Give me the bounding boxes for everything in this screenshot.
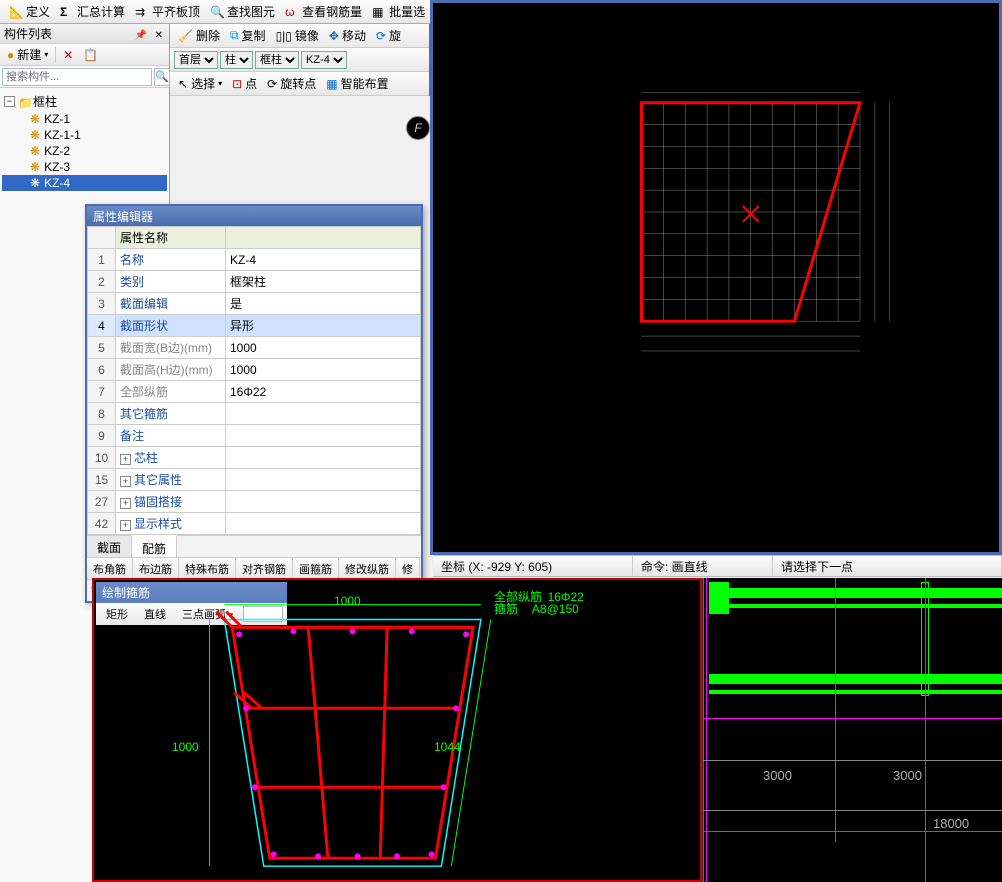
status-cmd: 命令: 画直线 bbox=[633, 556, 773, 576]
close-icon[interactable]: ✕ bbox=[153, 30, 165, 41]
new-toolbar: ●新建▾ ✕ 📋 bbox=[0, 44, 169, 66]
tree-root[interactable]: − 📁 框柱 bbox=[2, 92, 167, 111]
status-bar: 坐标 (X: -929 Y: 605) 命令: 画直线 请选择下一点 bbox=[433, 555, 1002, 577]
tab-rebar[interactable]: 配筋 bbox=[132, 535, 177, 557]
smart-layout-button[interactable]: ▦智能布置 bbox=[322, 74, 392, 93]
property-row[interactable]: 7全部纵筋16Φ22 bbox=[88, 381, 421, 403]
move-button[interactable]: ✥移动 bbox=[325, 26, 370, 45]
batch-button[interactable]: ▦批量选 bbox=[367, 1, 430, 22]
collapse-icon[interactable]: − bbox=[4, 96, 15, 107]
property-editor: 属性编辑器 属性名称 1名称KZ-42类别框架柱3截面编辑是4截面形状异形5截面… bbox=[85, 204, 423, 603]
rtab[interactable]: 画箍筋 bbox=[293, 558, 339, 579]
define-label: 定义 bbox=[26, 3, 50, 20]
detail-canvas[interactable]: 绘制箍筋 矩形 直线 三点画弧 bbox=[92, 578, 702, 882]
floor-select[interactable]: 首层 bbox=[174, 51, 218, 69]
property-row[interactable]: 4截面形状异形 bbox=[88, 315, 421, 337]
search-bar: 🔍 bbox=[0, 66, 169, 88]
component-tree: − 📁 框柱 ❋KZ-1 ❋KZ-1-1 ❋KZ-2 ❋KZ-3 ❋KZ-4 bbox=[0, 88, 169, 195]
view-rebar-label: 查看钢筋量 bbox=[302, 3, 362, 20]
delete-button[interactable]: 🧹删除 bbox=[174, 26, 224, 45]
prop-editor-title[interactable]: 属性编辑器 bbox=[87, 206, 421, 226]
plan-dim-total: 18000 bbox=[933, 816, 969, 831]
panel-header: 构件列表 📌 ✕ bbox=[0, 24, 169, 44]
subtype-select[interactable]: 框柱 bbox=[255, 51, 299, 69]
find-button[interactable]: 🔍查找图元 bbox=[205, 1, 280, 22]
section-canvas-frame: 1000 1000 1000 1000 1000 700 100 100 100… bbox=[430, 0, 1002, 555]
define-button[interactable]: 📐定义 bbox=[4, 1, 55, 22]
prop-tabs: 截面 配筋 bbox=[87, 535, 421, 557]
copy-button[interactable]: ⧉复制 bbox=[226, 26, 270, 45]
detail-dim-top: 1000 bbox=[334, 594, 361, 608]
property-row[interactable]: 42+显示样式 bbox=[88, 513, 421, 535]
tree-root-label: 框柱 bbox=[33, 93, 57, 110]
status-prompt: 请选择下一点 bbox=[773, 556, 1002, 576]
find-label: 查找图元 bbox=[227, 3, 275, 20]
tree-item[interactable]: ❋KZ-2 bbox=[2, 143, 167, 159]
property-row[interactable]: 6截面高(H边)(mm)1000 bbox=[88, 359, 421, 381]
align-label: 平齐板顶 bbox=[152, 3, 200, 20]
batch-label: 批量选 bbox=[389, 3, 425, 20]
type-select[interactable]: 柱 bbox=[220, 51, 253, 69]
rtab[interactable]: 布边筋 bbox=[133, 558, 179, 579]
col-name: 属性名称 bbox=[116, 227, 226, 249]
section-canvas[interactable] bbox=[433, 3, 999, 552]
property-row[interactable]: 5截面宽(B边)(mm)1000 bbox=[88, 337, 421, 359]
property-row[interactable]: 3截面编辑是 bbox=[88, 293, 421, 315]
plan-view[interactable]: 3000 3000 18000 bbox=[702, 578, 1002, 882]
sum-button[interactable]: Σ汇总计算 bbox=[55, 1, 130, 22]
rotate-button[interactable]: ⟳旋 bbox=[372, 26, 405, 45]
property-row[interactable]: 9备注 bbox=[88, 425, 421, 447]
tree-item[interactable]: ❋KZ-3 bbox=[2, 159, 167, 175]
point-button[interactable]: ⊡点 bbox=[228, 74, 261, 93]
tab-section[interactable]: 截面 bbox=[87, 536, 132, 557]
tree-item[interactable]: ❋KZ-1-1 bbox=[2, 127, 167, 143]
sum-label: 汇总计算 bbox=[77, 3, 125, 20]
new-label: 新建 bbox=[17, 46, 41, 63]
delete-x-button[interactable]: ✕ bbox=[60, 47, 76, 63]
rtab[interactable]: 特殊布筋 bbox=[179, 558, 236, 579]
copy-icon-button[interactable]: 📋 bbox=[80, 47, 101, 63]
align-button[interactable]: ⇉平齐板顶 bbox=[130, 1, 205, 22]
member-select[interactable]: KZ-4 bbox=[301, 51, 347, 69]
property-row[interactable]: 10+芯柱 bbox=[88, 447, 421, 469]
mirror-button[interactable]: ▯|▯镜像 bbox=[272, 26, 323, 45]
property-row[interactable]: 2类别框架柱 bbox=[88, 271, 421, 293]
rtab[interactable]: 修改纵筋 bbox=[339, 558, 396, 579]
pin-icon[interactable]: 📌 bbox=[133, 30, 149, 41]
bottom-area: 绘制箍筋 矩形 直线 三点画弧 bbox=[92, 578, 1002, 882]
new-button[interactable]: ●新建▾ bbox=[4, 45, 51, 64]
rtab[interactable]: 布角筋 bbox=[87, 558, 133, 579]
rtab[interactable]: 修 bbox=[396, 558, 420, 579]
panel-title: 构件列表 bbox=[4, 25, 52, 42]
tree-item[interactable]: ❋KZ-1 bbox=[2, 111, 167, 127]
rebar-sub-tabs: 布角筋 布边筋 特殊布筋 对齐钢筋 画箍筋 修改纵筋 修 bbox=[87, 557, 421, 579]
f-marker: F bbox=[406, 116, 430, 140]
property-row[interactable]: 27+锚固搭接 bbox=[88, 491, 421, 513]
plan-dim-2: 3000 bbox=[893, 768, 922, 783]
rtab[interactable]: 对齐钢筋 bbox=[236, 558, 293, 579]
status-coord: 坐标 (X: -929 Y: 605) bbox=[433, 556, 633, 576]
tree-item-selected[interactable]: ❋KZ-4 bbox=[2, 175, 167, 191]
detail-dim-right: 1044 bbox=[434, 740, 461, 754]
view-rebar-button[interactable]: ω查看钢筋量 bbox=[280, 1, 367, 22]
property-row[interactable]: 15+其它属性 bbox=[88, 469, 421, 491]
property-table: 属性名称 1名称KZ-42类别框架柱3截面编辑是4截面形状异形5截面宽(B边)(… bbox=[87, 226, 421, 535]
search-go-button[interactable]: 🔍 bbox=[154, 68, 170, 86]
detail-dim-left: 1000 bbox=[172, 740, 199, 754]
property-row[interactable]: 8其它箍筋 bbox=[88, 403, 421, 425]
rotpoint-button[interactable]: ⟳旋转点 bbox=[263, 74, 320, 93]
property-row[interactable]: 1名称KZ-4 bbox=[88, 249, 421, 271]
plan-dim-1: 3000 bbox=[763, 768, 792, 783]
select-button[interactable]: ↖选择▾ bbox=[174, 74, 226, 93]
search-input[interactable] bbox=[2, 68, 152, 86]
legend-tie: 箍筋 A8@150 bbox=[494, 600, 579, 617]
editing-toolbars: 🧹删除 ⧉复制 ▯|▯镜像 ✥移动 ⟳旋 首层 柱 框柱 KZ-4 ↖选择▾ ⊡… bbox=[170, 24, 432, 96]
